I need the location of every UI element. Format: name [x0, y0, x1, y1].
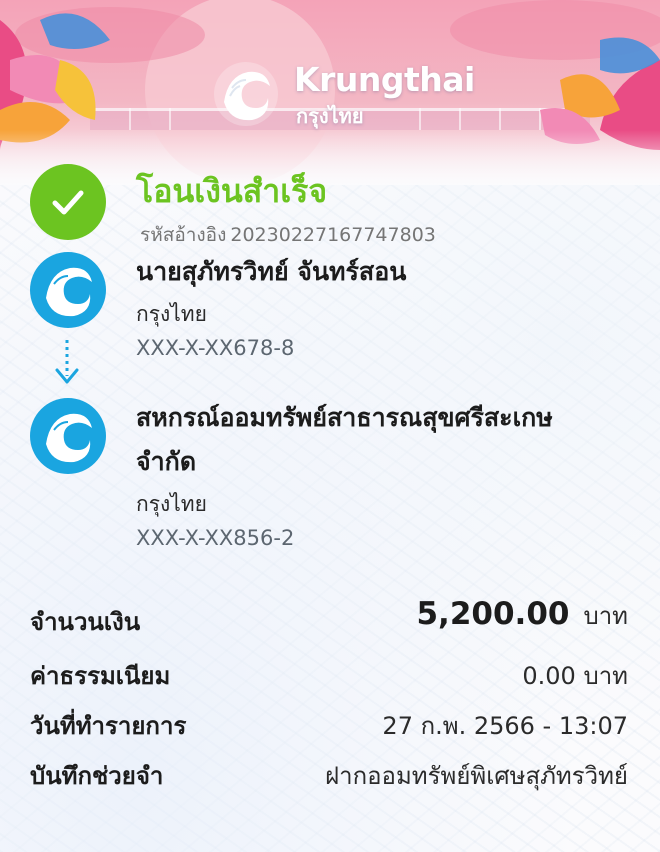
amount-value: 5,200.00 บาท — [416, 596, 628, 635]
memo-label: บันทึกช่วยจำ — [30, 762, 164, 790]
receiver-bank: กรุงไทย — [136, 492, 207, 516]
amount-unit: บาท — [583, 602, 628, 630]
reference-number: 20230227167747803 — [230, 224, 436, 246]
sender-bank: กรุงไทย — [136, 302, 207, 326]
sender-account: XXX-X-XX678-8 — [136, 336, 295, 360]
fee-value: 0.00 บาท — [522, 662, 628, 690]
reference-line: รหัสอ้างอิง 20230227167747803 — [136, 220, 436, 250]
memo-value: ฝากออมทรัพย์พิเศษสุภัทรวิทย์ — [325, 762, 628, 790]
sender-name: นายสุภัทรวิทย์ จันทร์สอน — [136, 257, 407, 286]
arrow-down-icon — [55, 340, 79, 384]
krungthai-bank-icon — [46, 413, 92, 463]
status-title: โอนเงินสำเร็จ — [136, 172, 328, 210]
amount-label: จำนวนเงิน — [30, 608, 141, 636]
success-badge — [30, 164, 106, 240]
receiver-name-line1: สหกรณ์ออมทรัพย์สาธารณสุขศรีสะเกษ — [136, 403, 553, 432]
amount-number: 5,200.00 — [416, 596, 570, 632]
date-value: 27 ก.พ. 2566 - 13:07 — [382, 712, 628, 740]
krungthai-bank-icon — [46, 267, 92, 317]
fee-label: ค่าธรรมเนียม — [30, 662, 171, 690]
receiver-name-line2: จำกัด — [136, 447, 197, 476]
receiver-bank-logo — [30, 398, 106, 474]
date-label: วันที่ทำรายการ — [30, 712, 187, 740]
receiver-account: XXX-X-XX856-2 — [136, 526, 295, 550]
reference-label: รหัสอ้างอิง — [140, 224, 227, 246]
check-icon — [52, 190, 84, 215]
sender-bank-logo — [30, 252, 106, 328]
